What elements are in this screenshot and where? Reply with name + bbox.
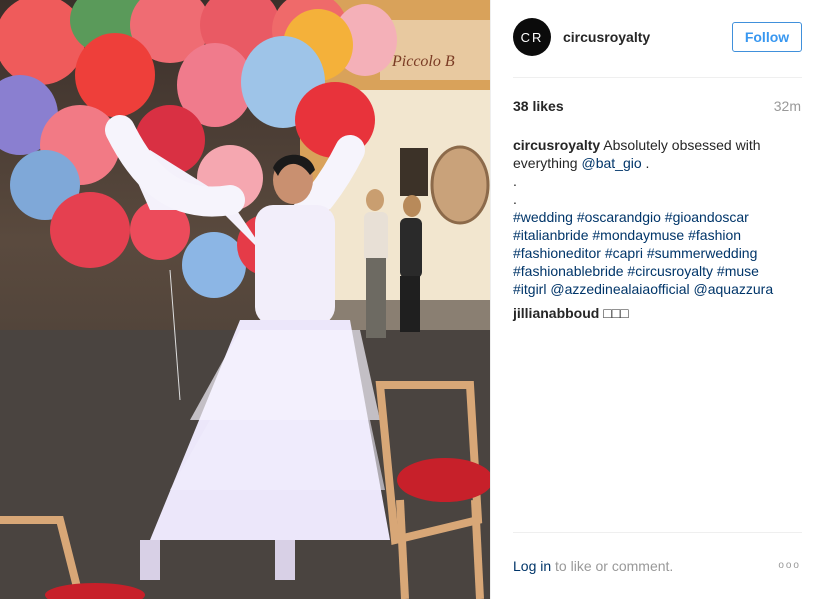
more-options-icon[interactable]: ooo xyxy=(778,560,801,571)
hashtag-link[interactable]: #italianbride xyxy=(513,227,589,243)
post-details-panel: CR circusroyalty Follow 38 likes 32m cir… xyxy=(490,0,817,599)
likes-count[interactable]: 38 likes xyxy=(513,98,564,114)
hashtag-link[interactable]: #gioandoscar xyxy=(665,209,749,225)
caption-period: . xyxy=(645,155,650,171)
caption-dot: . xyxy=(513,173,517,189)
login-link[interactable]: Log in xyxy=(513,558,551,574)
hashtag-link[interactable]: #circusroyalty xyxy=(627,263,713,279)
hashtag-link[interactable]: #fashionablebride xyxy=(513,263,624,279)
mention-link[interactable]: @azzedinealaiaofficial xyxy=(550,281,689,297)
caption-author[interactable]: circusroyalty xyxy=(513,137,600,153)
hashtag-link[interactable]: #fashioneditor xyxy=(513,245,601,261)
divider xyxy=(513,532,802,533)
login-prompt-text: to like or comment. xyxy=(555,558,674,574)
mention-link[interactable]: @bat_gio xyxy=(581,155,641,171)
hashtags: #wedding #oscarandgio #gioandoscar #ital… xyxy=(513,208,788,298)
shop-sign: Piccolo B xyxy=(391,53,455,70)
post-caption: circusroyalty Absolutely obsessed with e… xyxy=(513,136,788,298)
hashtag-link[interactable]: #wedding xyxy=(513,209,573,225)
post-header: CR circusroyalty Follow xyxy=(513,18,802,60)
comment: jillianabboud □□□ xyxy=(513,305,629,321)
comment-author[interactable]: jillianabboud xyxy=(513,305,599,321)
hashtag-link[interactable]: #mondaymuse xyxy=(592,227,684,243)
hashtag-link[interactable]: #summerwedding xyxy=(647,245,758,261)
hashtag-link[interactable]: #muse xyxy=(717,263,759,279)
hashtag-link[interactable]: #oscarandgio xyxy=(577,209,661,225)
post-time[interactable]: 32m xyxy=(774,98,801,114)
avatar[interactable]: CR xyxy=(513,18,551,56)
caption-dot: . xyxy=(513,191,517,207)
hashtag-link[interactable]: #itgirl xyxy=(513,281,546,297)
post-photo[interactable]: Piccolo B xyxy=(0,0,490,599)
photo-illustration: Piccolo B xyxy=(0,0,490,599)
mention-link[interactable]: @aquazzura xyxy=(694,281,774,297)
divider xyxy=(513,77,802,78)
login-prompt: Log in to like or comment. xyxy=(513,558,673,574)
hashtag-link[interactable]: #capri xyxy=(605,245,643,261)
username-link[interactable]: circusroyalty xyxy=(563,29,650,45)
comment-text: □□□ xyxy=(603,305,629,321)
hashtag-link[interactable]: #fashion xyxy=(688,227,741,243)
follow-button[interactable]: Follow xyxy=(732,22,802,52)
